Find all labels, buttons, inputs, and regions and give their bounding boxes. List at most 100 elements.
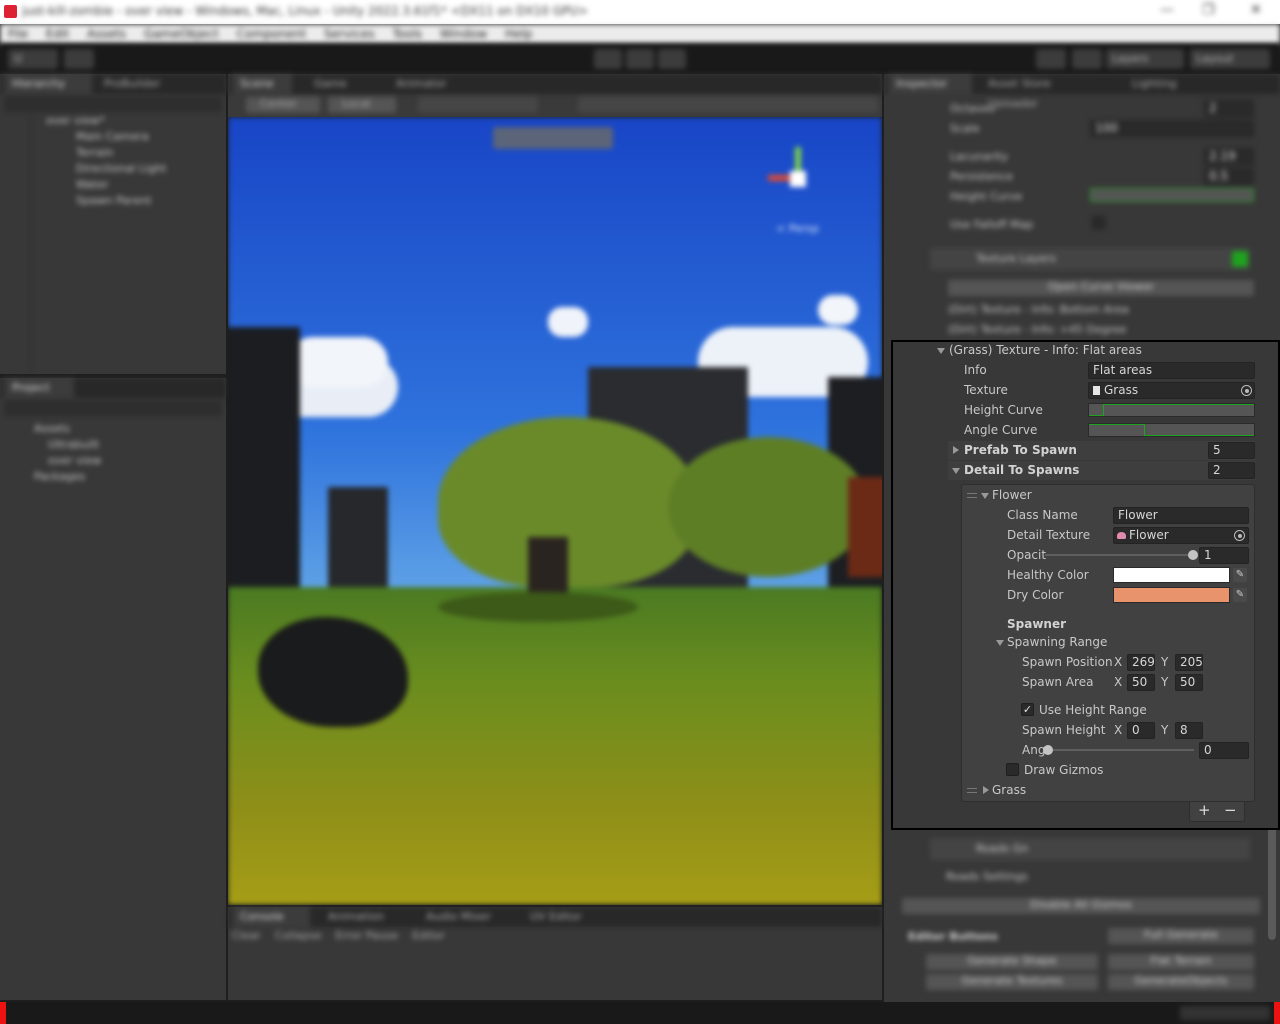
remove-element-button[interactable]: − bbox=[1224, 801, 1237, 819]
prefab-count-field[interactable]: 5 bbox=[1208, 442, 1255, 459]
project-search-input[interactable] bbox=[4, 400, 222, 416]
hierarchy-item[interactable]: Terrain bbox=[76, 146, 113, 159]
object-picker-icon[interactable] bbox=[1241, 385, 1252, 396]
detail-count-field[interactable]: 2 bbox=[1208, 462, 1255, 479]
foldout-arrow-icon[interactable] bbox=[983, 786, 989, 794]
add-element-button[interactable]: + bbox=[1198, 801, 1211, 819]
cloud-icon[interactable] bbox=[64, 49, 94, 69]
dirt-bottom-foldout[interactable]: (Dirt) Texture - Info: Bottom Area bbox=[948, 303, 1129, 316]
foldout-arrow-icon[interactable] bbox=[937, 348, 945, 354]
prefab-to-spawn-label[interactable]: Prefab To Spawn bbox=[964, 443, 1077, 457]
flower-element-header[interactable]: Flower bbox=[992, 488, 1032, 502]
drag-handle-icon[interactable] bbox=[967, 493, 977, 498]
octaves-field[interactable]: 2 bbox=[1204, 100, 1254, 117]
menu-window[interactable]: Window bbox=[440, 27, 487, 41]
generate-shape-button[interactable]: Generate Shape bbox=[926, 954, 1098, 970]
hierarchy-item[interactable]: Water bbox=[76, 178, 109, 191]
tab-asset-store-uploader[interactable]: Asset Store Uploader bbox=[980, 74, 1110, 110]
project-folder[interactable]: Assets bbox=[34, 422, 70, 435]
drag-handle-icon[interactable] bbox=[967, 788, 977, 793]
menu-help[interactable]: Help bbox=[505, 27, 532, 41]
project-folder[interactable]: Packages bbox=[34, 470, 85, 483]
projection-label[interactable]: < Persp bbox=[776, 222, 819, 235]
spawn-position-y-field[interactable]: 205 bbox=[1175, 654, 1203, 671]
spawn-area-y-field[interactable]: 50 bbox=[1175, 674, 1203, 691]
full-generate-button[interactable]: Full Generate bbox=[1108, 928, 1254, 944]
tab-probuilder[interactable]: ProBuilder bbox=[96, 74, 176, 94]
menu-assets[interactable]: Assets bbox=[87, 27, 126, 41]
tab-animator[interactable]: Animator bbox=[388, 74, 468, 94]
dirt-degree-foldout[interactable]: (Dirt) Texture - Info: >45 Degree bbox=[948, 323, 1126, 336]
tab-audio-mixer[interactable]: Audio Mixer bbox=[418, 907, 514, 927]
grass-layer-header[interactable]: (Grass) Texture - Info: Flat areas bbox=[949, 343, 1142, 357]
draw-gizmos-checkbox[interactable] bbox=[1006, 763, 1019, 776]
menu-services[interactable]: Services bbox=[324, 27, 375, 41]
open-curve-viewer-button[interactable]: Open Curve Viewer bbox=[948, 280, 1254, 296]
tab-animation[interactable]: Animation bbox=[320, 907, 410, 927]
angle-slider-knob[interactable] bbox=[1043, 745, 1053, 755]
menu-edit[interactable]: Edit bbox=[46, 27, 69, 41]
step-icon[interactable] bbox=[658, 49, 686, 69]
scale-field[interactable]: 100 bbox=[1090, 120, 1254, 137]
opacity-slider-knob[interactable] bbox=[1188, 550, 1198, 560]
hierarchy-item[interactable]: Main Camera bbox=[76, 130, 149, 143]
tab-uv-editor[interactable]: UV Editor bbox=[522, 907, 592, 927]
opacity-field[interactable]: 1 bbox=[1199, 547, 1249, 564]
angle-slider-track[interactable] bbox=[1048, 749, 1194, 751]
layout-dropdown[interactable]: Layout bbox=[1190, 49, 1270, 69]
layers-dropdown[interactable]: Layers bbox=[1106, 49, 1184, 69]
pause-icon[interactable] bbox=[626, 49, 654, 69]
menu-file[interactable]: File bbox=[8, 27, 28, 41]
spawn-position-x-field[interactable]: 269 bbox=[1127, 654, 1155, 671]
dry-color-swatch[interactable] bbox=[1113, 587, 1230, 603]
lacunarity-field[interactable]: 2.19 bbox=[1204, 148, 1254, 165]
generate-objects-button[interactable]: GenerateObjects bbox=[1108, 974, 1254, 990]
local-global-dropdown[interactable]: Local bbox=[328, 97, 396, 113]
foldout-arrow-icon[interactable] bbox=[953, 446, 959, 454]
search-icon[interactable] bbox=[1072, 49, 1102, 69]
tab-lighting[interactable]: Lighting bbox=[1124, 74, 1194, 94]
menu-component[interactable]: Component bbox=[237, 27, 307, 41]
maximize-icon[interactable]: ❐ bbox=[1202, 2, 1215, 18]
menu-gameobject[interactable]: GameObject bbox=[144, 27, 219, 41]
eyedropper-icon[interactable]: ✎ bbox=[1233, 588, 1247, 602]
info-field[interactable]: Flat areas bbox=[1088, 362, 1255, 379]
menu-tools[interactable]: Tools bbox=[392, 27, 422, 41]
status-icons[interactable] bbox=[1180, 1006, 1270, 1020]
view-options-toolbar[interactable] bbox=[578, 97, 878, 113]
class-name-field[interactable]: Flower bbox=[1113, 507, 1249, 524]
minimize-icon[interactable]: — bbox=[1160, 2, 1174, 18]
hierarchy-item[interactable]: Directional Light bbox=[76, 162, 166, 175]
detail-texture-object-field[interactable]: Flower bbox=[1113, 527, 1249, 544]
account-button[interactable]: U bbox=[8, 49, 58, 69]
foldout-arrow-icon[interactable] bbox=[981, 493, 989, 499]
tab-project[interactable]: Project bbox=[4, 378, 74, 398]
snap-toolbar[interactable] bbox=[418, 97, 538, 113]
generate-textures-button[interactable]: Generate Textures bbox=[926, 974, 1098, 990]
spawning-range-foldout[interactable]: Spawning Range bbox=[1007, 635, 1107, 649]
clear-button[interactable]: Clear bbox=[232, 929, 261, 942]
roads-settings-foldout[interactable]: Roads Settings bbox=[946, 870, 1028, 883]
detail-to-spawns-label[interactable]: Detail To Spawns bbox=[964, 463, 1079, 477]
hierarchy-item[interactable]: Spawn Parent bbox=[76, 194, 151, 207]
tab-game[interactable]: Game bbox=[306, 74, 366, 94]
height-curve-field[interactable] bbox=[1090, 188, 1254, 202]
scene-overlay-toolbar[interactable] bbox=[493, 127, 613, 149]
tab-inspector[interactable]: Inspector bbox=[888, 74, 972, 94]
spawn-area-x-field[interactable]: 50 bbox=[1127, 674, 1155, 691]
scene-root-item[interactable]: over view* bbox=[46, 114, 105, 127]
use-height-range-checkbox[interactable]: ✓ bbox=[1021, 703, 1034, 716]
project-folder[interactable]: Ultrabuilt bbox=[48, 438, 99, 451]
persistence-field[interactable]: 0.5 bbox=[1204, 168, 1254, 185]
project-item[interactable]: over view bbox=[48, 454, 101, 467]
undo-history-icon[interactable] bbox=[1036, 49, 1066, 69]
texture-object-field[interactable]: Grass bbox=[1088, 382, 1255, 399]
opacity-slider-track[interactable] bbox=[1045, 554, 1193, 556]
editor-dropdown[interactable]: Editor bbox=[412, 929, 445, 942]
grass-element-header[interactable]: Grass bbox=[992, 783, 1026, 797]
tab-scene[interactable]: Scene bbox=[232, 74, 292, 94]
use-falloff-checkbox[interactable] bbox=[1092, 216, 1105, 229]
angle-curve-field[interactable] bbox=[1088, 423, 1255, 437]
eyedropper-icon[interactable]: ✎ bbox=[1233, 568, 1247, 582]
foldout-arrow-icon[interactable] bbox=[996, 640, 1004, 646]
